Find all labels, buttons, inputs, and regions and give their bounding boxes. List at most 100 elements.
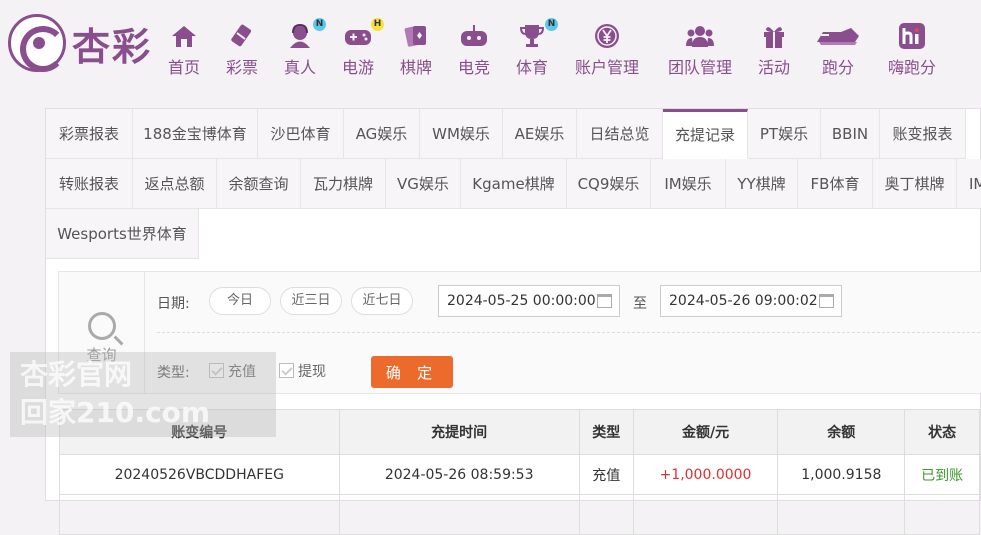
table-row[interactable]: 20240526VBCDDHAFEG 2024-05-26 08:59:53 充…	[59, 454, 980, 495]
query-side: 查询	[59, 272, 145, 393]
check-icon	[279, 363, 294, 378]
nav-sports-label: 体育	[515, 58, 548, 77]
check-icon	[209, 363, 224, 378]
end-date-input[interactable]: 2024-05-26 09:00:02	[660, 285, 842, 317]
nav-chess[interactable]: 棋牌	[398, 22, 434, 78]
deposit-checkbox-label: 充值	[228, 364, 256, 380]
nav-hi-run-score[interactable]: 嗨跑分	[884, 22, 940, 78]
tab-pt[interactable]: PT娱乐	[748, 109, 821, 159]
status-badge: 已到账	[904, 454, 980, 495]
home-icon	[170, 22, 198, 50]
hi-app-icon	[898, 22, 926, 50]
tab-kgame-chess[interactable]: Kgame棋牌	[461, 159, 567, 209]
report-panel: 彩票报表 188金宝博体育 沙巴体育 AG娱乐 WM娱乐 AE娱乐 日结总览 充…	[45, 108, 981, 535]
last-3-days-button[interactable]: 近三日	[280, 287, 342, 315]
last-7-days-button[interactable]: 近七日	[351, 287, 413, 315]
tab-fb-sports[interactable]: FB体育	[798, 159, 873, 209]
nav-run-score[interactable]: 跑分	[814, 22, 862, 78]
tab-balance-query[interactable]: 余额查询	[217, 159, 301, 209]
nav-activity[interactable]: 活动	[756, 22, 792, 78]
deposit-checkbox[interactable]: 充值	[209, 361, 256, 381]
site-logo[interactable]: 杏彩	[8, 14, 152, 72]
nav-sports[interactable]: N 体育	[514, 18, 558, 78]
tab-cq9[interactable]: CQ9娱乐	[567, 159, 651, 209]
type-label: 类型:	[157, 365, 190, 381]
nav-live[interactable]: N 真人	[282, 18, 326, 78]
tab-daily-summary[interactable]: 日结总览	[577, 109, 663, 159]
nav-team[interactable]: 团队管理	[665, 22, 735, 78]
tab-transfer-report[interactable]: 转账报表	[46, 159, 133, 209]
tab-wm[interactable]: WM娱乐	[420, 109, 503, 159]
column-header: 充提时间	[338, 409, 580, 455]
query-label: 查询	[86, 346, 117, 364]
nav-esports-label: 电竞	[457, 58, 490, 77]
today-button[interactable]: 今日	[209, 287, 271, 315]
nav-slots-label: 电游	[341, 58, 374, 77]
nav-hi-run-score-label: 嗨跑分	[887, 58, 936, 77]
date-label: 日期:	[157, 296, 190, 312]
tab-ae[interactable]: AE娱乐	[503, 109, 577, 159]
trophy-icon: N	[518, 18, 558, 50]
nav-account-label: 账户管理	[574, 58, 639, 77]
transaction-type: 充值	[578, 454, 634, 495]
nav-slots[interactable]: H 电游	[340, 18, 384, 78]
tab-lottery-report[interactable]: 彩票报表	[46, 109, 133, 159]
tab-wesports[interactable]: Wesports世界体育	[46, 209, 199, 259]
cards-icon	[402, 22, 430, 50]
transaction-balance: 1,000.9158	[777, 454, 906, 495]
withdraw-checkbox-label: 提现	[298, 364, 326, 380]
tab-odin-chess[interactable]: 奥丁棋牌	[873, 159, 957, 209]
tab-yy-chess[interactable]: YY棋牌	[726, 159, 798, 209]
transaction-time: 2024-05-26 08:59:53	[338, 454, 580, 495]
withdraw-checkbox[interactable]: 提现	[279, 361, 326, 381]
column-header: 状态	[904, 409, 980, 455]
column-header: 类型	[578, 409, 634, 455]
nav-activity-label: 活动	[757, 58, 790, 77]
logo-mark-icon	[8, 14, 66, 72]
nav-badge: N	[313, 18, 326, 31]
esports-icon	[460, 22, 488, 50]
calendar-icon[interactable]	[819, 294, 834, 308]
tab-wali-chess[interactable]: 瓦力棋牌	[301, 159, 386, 209]
confirm-button[interactable]: 确 定	[371, 356, 453, 388]
lottery-icon	[228, 22, 256, 50]
gamepad-icon: H	[344, 18, 384, 50]
nav-live-label: 真人	[283, 58, 316, 77]
transaction-amount: +1,000.0000	[632, 454, 779, 495]
date-range-separator: 至	[633, 296, 647, 312]
nav-home-label: 首页	[167, 58, 200, 77]
nav-home[interactable]: 首页	[167, 22, 201, 78]
yen-icon	[593, 22, 621, 50]
tab-188bet-sports[interactable]: 188金宝博体育	[133, 109, 258, 159]
start-date-input[interactable]: 2024-05-25 00:00:00	[438, 285, 620, 317]
nav-badge: N	[545, 18, 558, 31]
run-score-icon	[815, 22, 861, 50]
nav-lottery[interactable]: 彩票	[224, 22, 260, 78]
nav-run-score-label: 跑分	[821, 58, 854, 77]
nav-lottery-label: 彩票	[225, 58, 258, 77]
tab-bbin[interactable]: BBIN	[821, 109, 880, 159]
records-table: 账变编号 充提时间 类型 金额/元 余额 状态 20240526VBCDDHAF…	[59, 409, 980, 535]
column-header: 金额/元	[632, 409, 779, 455]
nav-account[interactable]: 账户管理	[572, 22, 642, 78]
tab-vg[interactable]: VG娱乐	[386, 159, 461, 209]
search-icon	[87, 312, 116, 340]
column-header: 余额	[777, 409, 906, 455]
brand-name: 杏彩	[72, 24, 153, 69]
live-dealer-icon: N	[286, 18, 326, 50]
tab-account-change-report[interactable]: 账变报表	[880, 109, 966, 159]
top-navigation: 杏彩 首页 彩票 N 真人 H 电游 棋牌 电竞 N 体育 账户管理 团队管理 …	[0, 0, 981, 90]
tab-deposit-withdraw-records[interactable]: 充提记录	[663, 109, 748, 159]
tab-rebate-total[interactable]: 返点总额	[133, 159, 217, 209]
nav-chess-label: 棋牌	[399, 58, 432, 77]
nav-esports[interactable]: 电竞	[456, 22, 492, 78]
team-icon	[686, 22, 714, 50]
tab-saba-sports[interactable]: 沙巴体育	[258, 109, 344, 159]
column-header: 账变编号	[59, 409, 340, 455]
calendar-icon[interactable]	[597, 294, 612, 308]
tab-im-more[interactable]: IM	[957, 159, 981, 209]
tab-im[interactable]: IM娱乐	[651, 159, 726, 209]
tab-ag[interactable]: AG娱乐	[344, 109, 420, 159]
transaction-id: 20240526VBCDDHAFEG	[59, 454, 340, 495]
table-header-row: 账变编号 充提时间 类型 金额/元 余额 状态	[59, 409, 980, 455]
